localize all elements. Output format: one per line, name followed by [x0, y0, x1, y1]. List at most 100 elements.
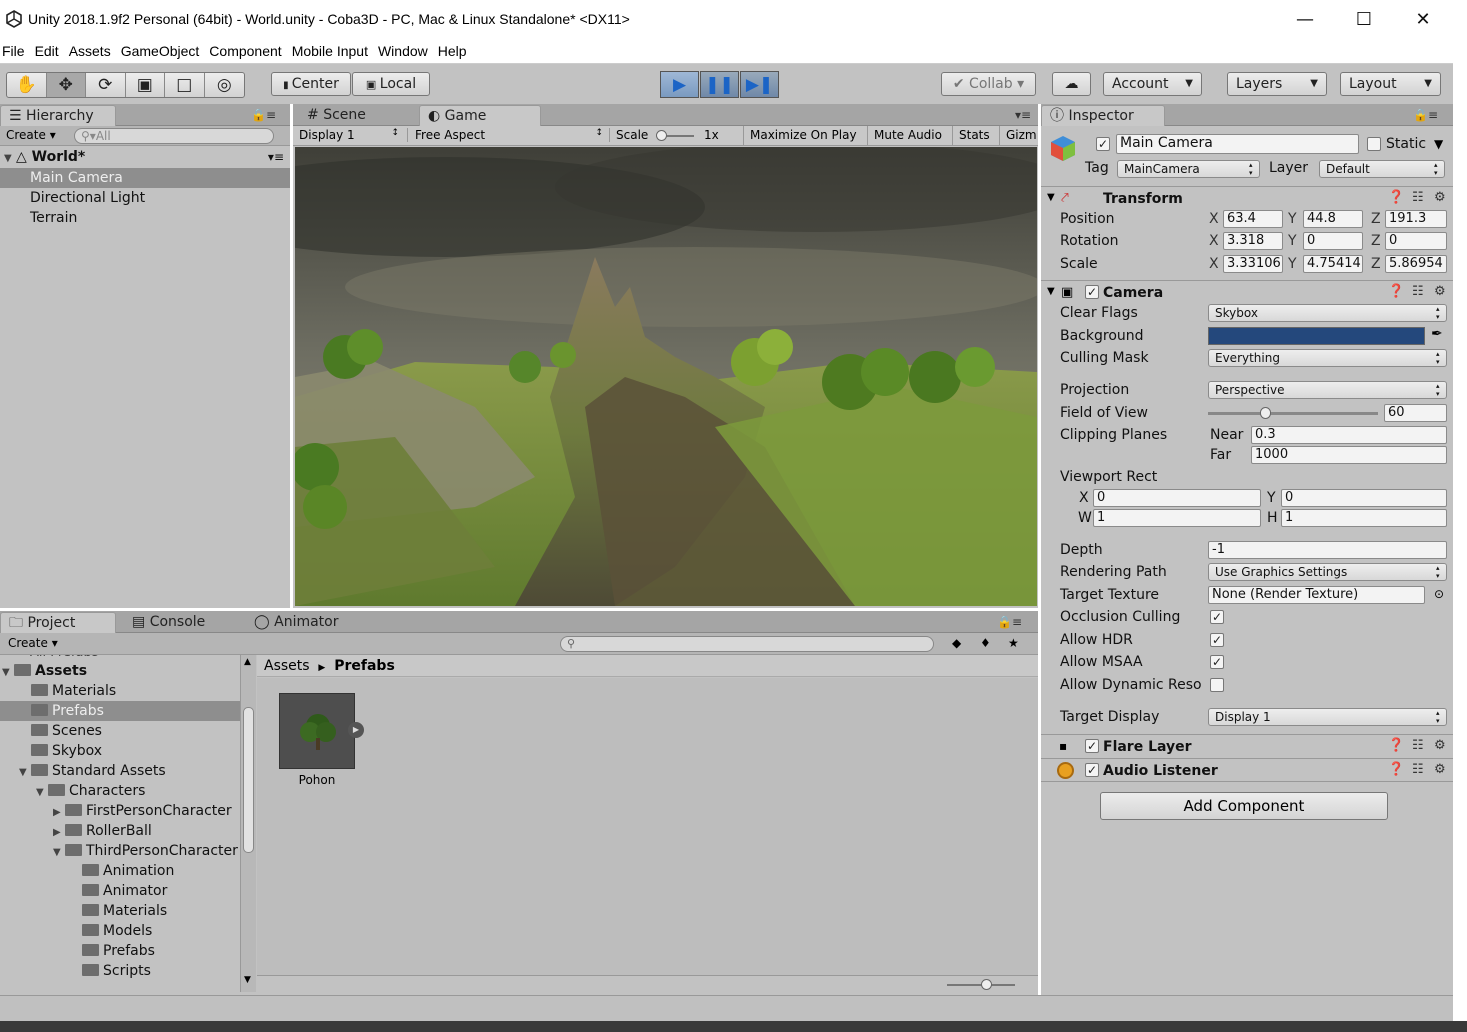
target-display-dropdown[interactable]: Display 1: [1208, 708, 1447, 726]
menu-window[interactable]: Window: [377, 40, 436, 62]
step-button[interactable]: ▶❚: [740, 71, 779, 98]
close-button[interactable]: ✕: [1394, 0, 1452, 40]
account-dropdown[interactable]: Account ▼: [1103, 72, 1202, 96]
hierarchy-item-main-camera[interactable]: Main Camera: [0, 168, 290, 188]
position-x-label[interactable]: X: [1209, 209, 1219, 229]
flare-layer-header[interactable]: ▪ ✓ Flare Layer ❓ ☷ ⚙: [1041, 734, 1453, 758]
aspect-dropdown[interactable]: Free Aspect ↕: [407, 128, 605, 142]
viewport-h-field[interactable]: 1: [1281, 509, 1447, 527]
position-z-label[interactable]: Z: [1371, 209, 1381, 229]
menu-edit[interactable]: Edit: [34, 40, 67, 62]
tree-item[interactable]: Materials: [0, 681, 240, 701]
breadcrumb-assets[interactable]: Assets: [264, 658, 310, 674]
menu-gameobject[interactable]: GameObject: [120, 40, 208, 62]
fov-slider-thumb[interactable]: [1260, 407, 1271, 419]
scale-z-field[interactable]: 5.86954: [1385, 255, 1447, 273]
layers-dropdown[interactable]: Layers ▼: [1227, 72, 1327, 96]
rotation-x-label[interactable]: X: [1209, 231, 1219, 251]
depth-field[interactable]: -1: [1208, 541, 1447, 559]
viewport-x-field[interactable]: 0: [1093, 489, 1261, 507]
tree-item[interactable]: ▶ RollerBall: [0, 821, 240, 841]
flare-layer-checkbox[interactable]: ✓: [1085, 739, 1099, 753]
expand-arrow-icon[interactable]: ▼: [53, 843, 65, 863]
hierarchy-search-input[interactable]: ⚲▾All: [74, 128, 274, 144]
tab-animator[interactable]: ◯ Animator: [246, 612, 356, 633]
allow-hdr-checkbox[interactable]: ✓: [1210, 633, 1224, 647]
menu-mobile-input[interactable]: Mobile Input: [291, 40, 376, 62]
tab-inspector[interactable]: ⓘ Inspector: [1041, 105, 1165, 126]
gear-icon[interactable]: ⚙: [1434, 762, 1446, 777]
gizmos-toggle[interactable]: Gizm: [999, 126, 1043, 146]
expand-arrow-icon[interactable]: ▶: [53, 823, 65, 843]
tree-item[interactable]: ▼ ThirdPersonCharacter: [0, 841, 240, 861]
target-texture-field[interactable]: None (Render Texture): [1208, 586, 1425, 604]
tab-project[interactable]: 🗀 Project: [0, 612, 116, 633]
favorite-star-icon[interactable]: ★: [1008, 636, 1019, 650]
object-picker-icon[interactable]: ⊙: [1434, 587, 1444, 601]
tree-item[interactable]: Materials: [0, 901, 240, 921]
camera-enabled-checkbox[interactable]: ✓: [1085, 285, 1099, 299]
tree-item[interactable]: Prefabs: [0, 701, 240, 721]
occlusion-culling-checkbox[interactable]: ✓: [1210, 610, 1224, 624]
viewport-w-field[interactable]: 1: [1093, 509, 1261, 527]
project-search-input[interactable]: ⚲: [560, 636, 934, 652]
expand-arrow-icon[interactable]: ▼: [2, 663, 14, 683]
audio-listener-header[interactable]: ✓ Audio Listener ❓ ☷ ⚙: [1041, 758, 1453, 782]
fov-field[interactable]: 60: [1384, 404, 1447, 422]
scroll-down-icon[interactable]: ▼: [244, 975, 251, 985]
move-tool-icon[interactable]: ✥: [46, 73, 86, 97]
stats-toggle[interactable]: Stats: [952, 126, 996, 146]
tree-item[interactable]: ▼ Assets: [0, 661, 240, 681]
tab-scene[interactable]: # Scene: [299, 105, 409, 126]
pivot-local-button[interactable]: ▣ Local: [352, 72, 430, 96]
project-tree-scrollbar[interactable]: ▲ ▼: [240, 655, 256, 992]
menu-component[interactable]: Component: [208, 40, 289, 62]
filter-type-icon[interactable]: ◆: [952, 636, 961, 650]
expand-arrow-icon[interactable]: ▶: [53, 803, 65, 823]
menu-help[interactable]: Help: [437, 40, 475, 62]
position-x-field[interactable]: 63.4: [1223, 210, 1283, 228]
lock-icon[interactable]: 🔒≡: [251, 108, 276, 122]
object-name-field[interactable]: Main Camera: [1116, 134, 1359, 154]
project-create-button[interactable]: Create ▾: [8, 636, 58, 650]
preset-icon[interactable]: ☷: [1412, 284, 1424, 299]
rotation-y-label[interactable]: Y: [1288, 231, 1297, 251]
eyedropper-icon[interactable]: ✒: [1431, 326, 1443, 342]
scale-z-label[interactable]: Z: [1371, 254, 1381, 274]
near-field[interactable]: 0.3: [1251, 426, 1447, 444]
allow-msaa-checkbox[interactable]: ✓: [1210, 655, 1224, 669]
projection-dropdown[interactable]: Perspective: [1208, 381, 1447, 399]
rect-tool-icon[interactable]: □: [165, 73, 205, 97]
help-icon[interactable]: ❓: [1388, 762, 1404, 777]
position-y-label[interactable]: Y: [1288, 209, 1297, 229]
tab-hierarchy[interactable]: ☰ Hierarchy: [0, 105, 116, 126]
scale-y-label[interactable]: Y: [1288, 254, 1297, 274]
rendering-path-dropdown[interactable]: Use Graphics Settings: [1208, 563, 1447, 581]
scale-x-label[interactable]: X: [1209, 254, 1219, 274]
layer-dropdown[interactable]: Default: [1319, 160, 1445, 178]
gear-icon[interactable]: ⚙: [1434, 738, 1446, 753]
clear-flags-dropdown[interactable]: Skybox: [1208, 304, 1447, 322]
hand-tool-icon[interactable]: ✋: [7, 73, 47, 97]
position-z-field[interactable]: 191.3: [1385, 210, 1447, 228]
mute-audio-toggle[interactable]: Mute Audio: [867, 126, 948, 146]
rotation-x-field[interactable]: 3.318: [1223, 232, 1283, 250]
collapse-arrow-icon[interactable]: ▼: [1047, 286, 1055, 297]
scale-slider[interactable]: Scale 1x: [609, 128, 743, 142]
tree-item[interactable]: ▼ Standard Assets: [0, 761, 240, 781]
pause-button[interactable]: ❚❚: [700, 71, 739, 98]
collapse-arrow-icon[interactable]: ▼: [1047, 192, 1055, 203]
panel-menu-icon[interactable]: ▾≡: [1015, 108, 1031, 122]
tree-item[interactable]: Prefabs: [0, 941, 240, 961]
preset-icon[interactable]: ☷: [1412, 762, 1424, 777]
display-dropdown[interactable]: Display 1 ↕: [299, 128, 401, 142]
rotation-y-field[interactable]: 0: [1303, 232, 1363, 250]
scale-y-field[interactable]: 4.75414: [1303, 255, 1363, 273]
menu-assets[interactable]: Assets: [68, 40, 119, 62]
help-icon[interactable]: ❓: [1388, 284, 1404, 299]
tree-item[interactable]: Animator: [0, 881, 240, 901]
viewport-y-field[interactable]: 0: [1281, 489, 1447, 507]
static-checkbox[interactable]: [1367, 137, 1381, 151]
add-component-button[interactable]: Add Component: [1100, 792, 1388, 820]
tree-item[interactable]: ▼ Characters: [0, 781, 240, 801]
